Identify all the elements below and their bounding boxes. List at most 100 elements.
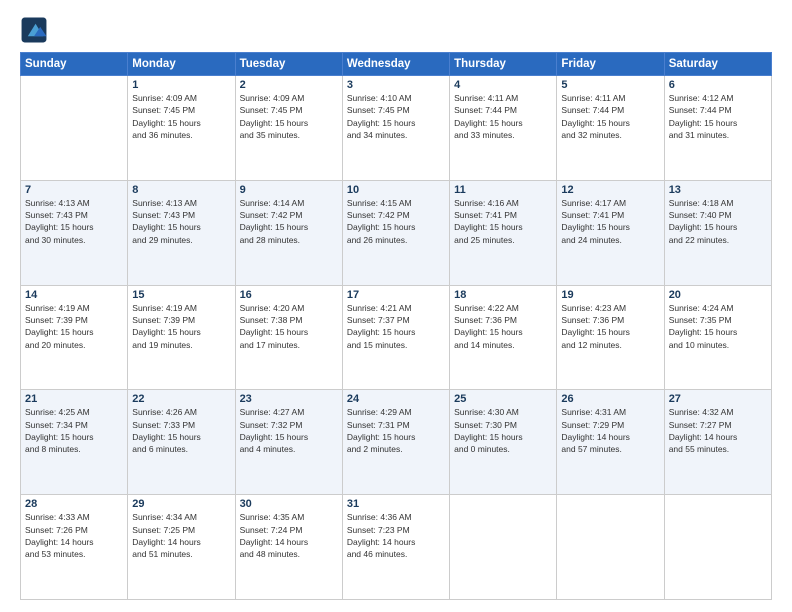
day-number: 10 [347, 184, 445, 196]
calendar-cell: 3Sunrise: 4:10 AMSunset: 7:45 PMDaylight… [342, 76, 449, 181]
day-info: Sunrise: 4:17 AMSunset: 7:41 PMDaylight:… [561, 197, 659, 246]
day-info: Sunrise: 4:11 AMSunset: 7:44 PMDaylight:… [561, 92, 659, 141]
calendar-header-row: SundayMondayTuesdayWednesdayThursdayFrid… [21, 53, 772, 76]
day-number: 25 [454, 393, 552, 405]
calendar-cell: 7Sunrise: 4:13 AMSunset: 7:43 PMDaylight… [21, 180, 128, 285]
day-number: 20 [669, 289, 767, 301]
calendar-cell: 28Sunrise: 4:33 AMSunset: 7:26 PMDayligh… [21, 495, 128, 600]
calendar-week-row: 28Sunrise: 4:33 AMSunset: 7:26 PMDayligh… [21, 495, 772, 600]
day-number: 29 [132, 498, 230, 510]
calendar-cell: 26Sunrise: 4:31 AMSunset: 7:29 PMDayligh… [557, 390, 664, 495]
day-number: 1 [132, 79, 230, 91]
day-info: Sunrise: 4:13 AMSunset: 7:43 PMDaylight:… [25, 197, 123, 246]
calendar-cell: 22Sunrise: 4:26 AMSunset: 7:33 PMDayligh… [128, 390, 235, 495]
day-info: Sunrise: 4:31 AMSunset: 7:29 PMDaylight:… [561, 406, 659, 455]
day-info: Sunrise: 4:22 AMSunset: 7:36 PMDaylight:… [454, 302, 552, 351]
calendar-cell: 8Sunrise: 4:13 AMSunset: 7:43 PMDaylight… [128, 180, 235, 285]
calendar-cell: 12Sunrise: 4:17 AMSunset: 7:41 PMDayligh… [557, 180, 664, 285]
calendar-cell: 31Sunrise: 4:36 AMSunset: 7:23 PMDayligh… [342, 495, 449, 600]
calendar-cell: 6Sunrise: 4:12 AMSunset: 7:44 PMDaylight… [664, 76, 771, 181]
calendar-day-header: Saturday [664, 53, 771, 76]
day-info: Sunrise: 4:11 AMSunset: 7:44 PMDaylight:… [454, 92, 552, 141]
day-number: 3 [347, 79, 445, 91]
day-info: Sunrise: 4:19 AMSunset: 7:39 PMDaylight:… [132, 302, 230, 351]
calendar-cell: 4Sunrise: 4:11 AMSunset: 7:44 PMDaylight… [450, 76, 557, 181]
calendar-week-row: 14Sunrise: 4:19 AMSunset: 7:39 PMDayligh… [21, 285, 772, 390]
day-info: Sunrise: 4:18 AMSunset: 7:40 PMDaylight:… [669, 197, 767, 246]
day-info: Sunrise: 4:19 AMSunset: 7:39 PMDaylight:… [25, 302, 123, 351]
day-info: Sunrise: 4:16 AMSunset: 7:41 PMDaylight:… [454, 197, 552, 246]
calendar-week-row: 7Sunrise: 4:13 AMSunset: 7:43 PMDaylight… [21, 180, 772, 285]
day-number: 31 [347, 498, 445, 510]
day-number: 21 [25, 393, 123, 405]
day-info: Sunrise: 4:34 AMSunset: 7:25 PMDaylight:… [132, 511, 230, 560]
calendar-day-header: Monday [128, 53, 235, 76]
day-number: 2 [240, 79, 338, 91]
day-info: Sunrise: 4:12 AMSunset: 7:44 PMDaylight:… [669, 92, 767, 141]
day-info: Sunrise: 4:14 AMSunset: 7:42 PMDaylight:… [240, 197, 338, 246]
calendar-day-header: Tuesday [235, 53, 342, 76]
day-number: 30 [240, 498, 338, 510]
calendar-body: 1Sunrise: 4:09 AMSunset: 7:45 PMDaylight… [21, 76, 772, 600]
calendar-day-header: Wednesday [342, 53, 449, 76]
day-number: 24 [347, 393, 445, 405]
day-number: 8 [132, 184, 230, 196]
calendar-cell: 11Sunrise: 4:16 AMSunset: 7:41 PMDayligh… [450, 180, 557, 285]
day-info: Sunrise: 4:15 AMSunset: 7:42 PMDaylight:… [347, 197, 445, 246]
day-info: Sunrise: 4:26 AMSunset: 7:33 PMDaylight:… [132, 406, 230, 455]
day-number: 13 [669, 184, 767, 196]
day-number: 6 [669, 79, 767, 91]
calendar-cell: 30Sunrise: 4:35 AMSunset: 7:24 PMDayligh… [235, 495, 342, 600]
day-info: Sunrise: 4:25 AMSunset: 7:34 PMDaylight:… [25, 406, 123, 455]
calendar-cell: 18Sunrise: 4:22 AMSunset: 7:36 PMDayligh… [450, 285, 557, 390]
logo [20, 16, 52, 44]
day-info: Sunrise: 4:24 AMSunset: 7:35 PMDaylight:… [669, 302, 767, 351]
calendar-cell: 20Sunrise: 4:24 AMSunset: 7:35 PMDayligh… [664, 285, 771, 390]
calendar-cell: 15Sunrise: 4:19 AMSunset: 7:39 PMDayligh… [128, 285, 235, 390]
day-info: Sunrise: 4:13 AMSunset: 7:43 PMDaylight:… [132, 197, 230, 246]
calendar-cell: 24Sunrise: 4:29 AMSunset: 7:31 PMDayligh… [342, 390, 449, 495]
calendar-cell: 16Sunrise: 4:20 AMSunset: 7:38 PMDayligh… [235, 285, 342, 390]
day-number: 12 [561, 184, 659, 196]
page: SundayMondayTuesdayWednesdayThursdayFrid… [0, 0, 792, 612]
calendar-cell: 23Sunrise: 4:27 AMSunset: 7:32 PMDayligh… [235, 390, 342, 495]
day-info: Sunrise: 4:09 AMSunset: 7:45 PMDaylight:… [132, 92, 230, 141]
calendar-cell [664, 495, 771, 600]
day-info: Sunrise: 4:10 AMSunset: 7:45 PMDaylight:… [347, 92, 445, 141]
day-number: 22 [132, 393, 230, 405]
calendar-cell [450, 495, 557, 600]
day-number: 7 [25, 184, 123, 196]
day-number: 5 [561, 79, 659, 91]
calendar-cell: 10Sunrise: 4:15 AMSunset: 7:42 PMDayligh… [342, 180, 449, 285]
calendar-cell: 29Sunrise: 4:34 AMSunset: 7:25 PMDayligh… [128, 495, 235, 600]
calendar-cell [21, 76, 128, 181]
calendar-cell: 27Sunrise: 4:32 AMSunset: 7:27 PMDayligh… [664, 390, 771, 495]
calendar-cell: 21Sunrise: 4:25 AMSunset: 7:34 PMDayligh… [21, 390, 128, 495]
day-info: Sunrise: 4:29 AMSunset: 7:31 PMDaylight:… [347, 406, 445, 455]
calendar-cell: 1Sunrise: 4:09 AMSunset: 7:45 PMDaylight… [128, 76, 235, 181]
calendar-cell: 5Sunrise: 4:11 AMSunset: 7:44 PMDaylight… [557, 76, 664, 181]
calendar-day-header: Sunday [21, 53, 128, 76]
day-info: Sunrise: 4:20 AMSunset: 7:38 PMDaylight:… [240, 302, 338, 351]
calendar-week-row: 21Sunrise: 4:25 AMSunset: 7:34 PMDayligh… [21, 390, 772, 495]
calendar-cell: 17Sunrise: 4:21 AMSunset: 7:37 PMDayligh… [342, 285, 449, 390]
day-number: 18 [454, 289, 552, 301]
logo-icon [20, 16, 48, 44]
day-number: 9 [240, 184, 338, 196]
day-number: 28 [25, 498, 123, 510]
calendar-cell: 19Sunrise: 4:23 AMSunset: 7:36 PMDayligh… [557, 285, 664, 390]
calendar-day-header: Friday [557, 53, 664, 76]
calendar-week-row: 1Sunrise: 4:09 AMSunset: 7:45 PMDaylight… [21, 76, 772, 181]
day-number: 15 [132, 289, 230, 301]
day-info: Sunrise: 4:27 AMSunset: 7:32 PMDaylight:… [240, 406, 338, 455]
day-number: 27 [669, 393, 767, 405]
day-info: Sunrise: 4:32 AMSunset: 7:27 PMDaylight:… [669, 406, 767, 455]
day-number: 16 [240, 289, 338, 301]
header [20, 16, 772, 44]
calendar-cell: 2Sunrise: 4:09 AMSunset: 7:45 PMDaylight… [235, 76, 342, 181]
day-number: 23 [240, 393, 338, 405]
calendar-cell [557, 495, 664, 600]
day-info: Sunrise: 4:23 AMSunset: 7:36 PMDaylight:… [561, 302, 659, 351]
calendar-cell: 25Sunrise: 4:30 AMSunset: 7:30 PMDayligh… [450, 390, 557, 495]
day-info: Sunrise: 4:09 AMSunset: 7:45 PMDaylight:… [240, 92, 338, 141]
